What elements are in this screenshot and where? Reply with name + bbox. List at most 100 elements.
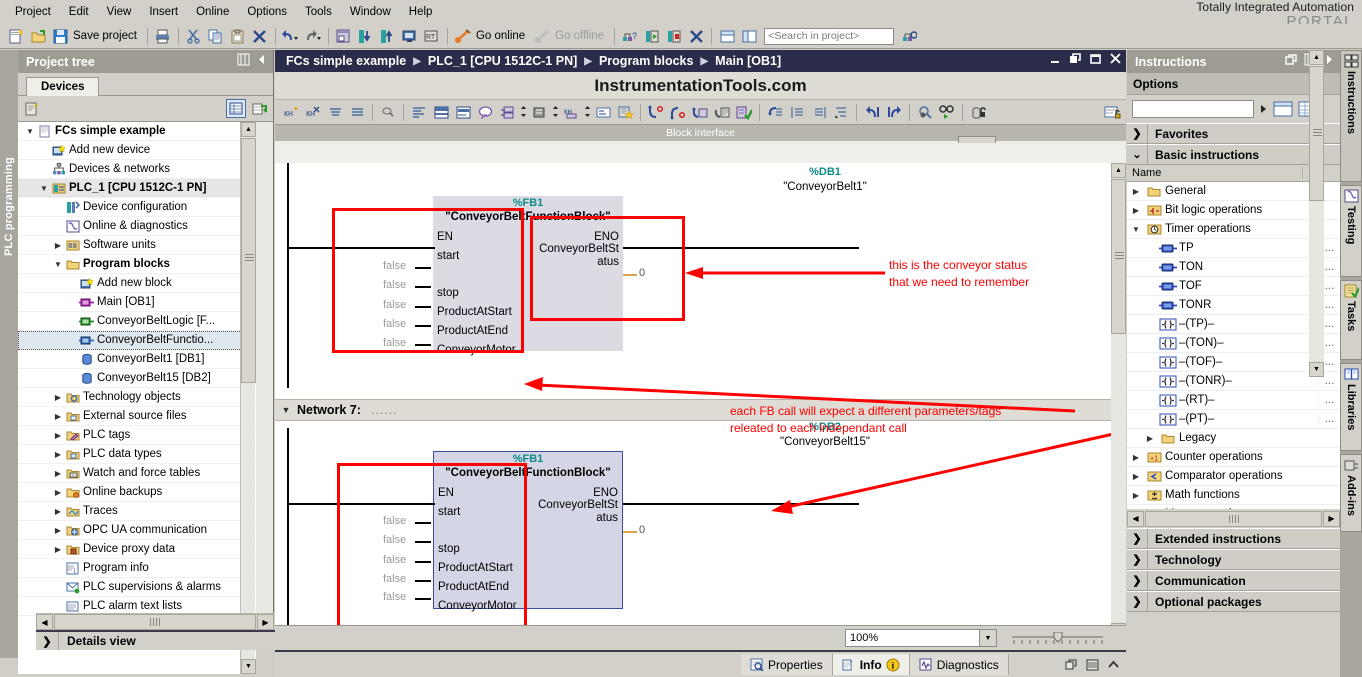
twisty-right-icon[interactable]: ▶: [52, 469, 64, 478]
save-icon[interactable]: [50, 26, 70, 46]
compile-icon[interactable]: [334, 26, 354, 46]
tree-hscroll-thumb[interactable]: [54, 614, 256, 630]
save-project-label[interactable]: Save project: [71, 30, 143, 42]
list-icon[interactable]: [787, 102, 807, 122]
instruction-item-rt[interactable]: –(RT)–...: [1127, 391, 1340, 410]
expand-info-icon[interactable]: [1086, 659, 1099, 671]
details-view-label[interactable]: Details view: [58, 632, 292, 650]
right-tab-add-ins[interactable]: Add-ins: [1340, 454, 1362, 532]
section-technology[interactable]: ❯ Technology: [1127, 549, 1340, 570]
download-to-device-icon[interactable]: [356, 26, 376, 46]
close-view-icon[interactable]: [686, 26, 706, 46]
minimize-icon[interactable]: [1049, 52, 1062, 65]
update-inconsistent-calls-icon[interactable]: [690, 102, 710, 122]
maximize-icon[interactable]: [1089, 52, 1102, 65]
zoom-slider[interactable]: [1010, 632, 1105, 646]
network-7-twisty-icon[interactable]: ▼: [275, 405, 297, 415]
split-vertical-icon[interactable]: [739, 26, 759, 46]
instructions-hscrollbar[interactable]: ◀ ▶: [1127, 509, 1340, 528]
print-icon[interactable]: [153, 26, 173, 46]
right-tab-tasks[interactable]: Tasks: [1340, 280, 1362, 360]
tree-item-online-backups[interactable]: ▶ Online backups: [18, 483, 256, 502]
twisty-right-icon[interactable]: ▶: [52, 412, 64, 421]
tree-item-online-diagnostics[interactable]: Online & diagnostics: [18, 217, 256, 236]
paste-icon[interactable]: [228, 26, 248, 46]
tree-hscroll-left-icon[interactable]: ◀: [36, 614, 53, 630]
open-branch-icon[interactable]: [497, 102, 517, 122]
project-tree-hscrollbar[interactable]: ◀ ▶: [36, 613, 274, 630]
know-how-protection-icon[interactable]: [968, 102, 988, 122]
restore-info-icon[interactable]: [1065, 659, 1078, 671]
tree-item-device-proxy-data[interactable]: ▶ Device proxy data: [18, 540, 256, 559]
restore-icon[interactable]: [1069, 52, 1082, 65]
tab-info[interactable]: ↑ Info i: [832, 654, 910, 675]
tree-item-program-info[interactable]: i Program info: [18, 559, 256, 578]
instructions-scroll-down-icon[interactable]: ▼: [1309, 362, 1324, 377]
right-tab-testing[interactable]: Testing: [1340, 185, 1362, 277]
block-protection-icon[interactable]: [1102, 102, 1122, 122]
project-tree-list[interactable]: ▼ FCs simple example Add new device Devices…: [18, 122, 256, 674]
menu-item-options[interactable]: Options: [238, 3, 296, 21]
instruction-item-comparator-operations[interactable]: ▶ Comparator operations: [1127, 467, 1340, 486]
delete-icon[interactable]: [250, 26, 270, 46]
right-tab-libraries[interactable]: Libraries: [1340, 363, 1362, 451]
details-view-chevron-icon[interactable]: ❯: [36, 635, 58, 648]
editor-vscrollbar[interactable]: ▲ ▼: [1111, 163, 1126, 638]
twisty-right-icon[interactable]: ▶: [52, 393, 64, 402]
monitor-glasses-icon[interactable]: [937, 102, 957, 122]
twisty-right-icon[interactable]: ▶: [52, 450, 64, 459]
instructions-hscroll-thumb[interactable]: [1145, 510, 1322, 527]
insert-branch-icon[interactable]: [431, 102, 451, 122]
twisty-down-icon[interactable]: ▼: [52, 260, 64, 269]
start-cpu-icon[interactable]: [642, 26, 662, 46]
tree-item-plc-1-cpu-1512c-1-pn[interactable]: ▼ PLC_1 [CPU 1512C-1 PN]: [18, 179, 256, 198]
zoom-dropdown-icon[interactable]: ▼: [979, 630, 996, 646]
update-block-call-icon[interactable]: [712, 102, 732, 122]
go-offline-label[interactable]: Go offline: [553, 30, 610, 42]
menu-item-insert[interactable]: Insert: [140, 3, 187, 21]
twisty-down-icon[interactable]: ▼: [38, 184, 50, 193]
tree-item-plc-tags[interactable]: ▶ PLC tags: [18, 426, 256, 445]
tree-item-devices-networks[interactable]: Devices & networks: [18, 160, 256, 179]
cross-reference-icon[interactable]: [899, 26, 919, 46]
instructions-hscroll-right-icon[interactable]: ▶: [1323, 510, 1340, 527]
pin-panel-icon[interactable]: [237, 53, 250, 66]
zoom-combo[interactable]: 100% ▼: [845, 629, 997, 647]
tree-item-plc-supervisions-alarms[interactable]: PLC supervisions & alarms: [18, 578, 256, 597]
tree-item-add-new-device[interactable]: Add new device: [18, 141, 256, 160]
search-in-project-input[interactable]: <Search in project>: [764, 27, 895, 45]
export-tree-icon[interactable]: [249, 99, 269, 118]
twisty-right-icon[interactable]: ▶: [52, 488, 64, 497]
tree-item-main-ob1[interactable]: Main [OB1]: [18, 293, 256, 312]
editor-scroll-up-icon[interactable]: ▲: [1111, 163, 1126, 178]
instructions-search-expand-icon[interactable]: [1259, 103, 1268, 115]
twisty-right-icon[interactable]: ▶: [52, 507, 64, 516]
instruction-item-move-operations[interactable]: ▶Move operations: [1127, 505, 1340, 509]
twisty-right-icon[interactable]: ▶: [52, 431, 64, 440]
instruction-dots[interactable]: ...: [1318, 394, 1340, 406]
favorites-chevron-icon[interactable]: ❯: [1127, 127, 1147, 140]
instructions-scroll-up-icon[interactable]: ▲: [1309, 50, 1324, 65]
tree-item-software-units[interactable]: ▶ Software units: [18, 236, 256, 255]
align-right-icon[interactable]: [809, 102, 829, 122]
accessible-devices-icon[interactable]: ?: [620, 26, 640, 46]
block-interface-splitter[interactable]: [958, 136, 996, 143]
tree-item-program-blocks[interactable]: ▼ Program blocks: [18, 255, 256, 274]
tree-item-conveyorbelt15-db2[interactable]: ConveyorBelt15 [DB2]: [18, 369, 256, 388]
comment-icon[interactable]: [475, 102, 495, 122]
show-hide-comments-icon[interactable]: [593, 102, 613, 122]
twisty-right-icon[interactable]: ▶: [1143, 434, 1157, 443]
insert-network-icon[interactable]: кн ✦: [281, 102, 301, 122]
tree-item-traces[interactable]: ▶ Traces: [18, 502, 256, 521]
instructions-panel-view-icon[interactable]: [1273, 101, 1293, 117]
menu-item-help[interactable]: Help: [400, 3, 442, 21]
new-project-icon[interactable]: ✦: [6, 26, 26, 46]
open-branch-dropdown-icon[interactable]: [519, 102, 527, 122]
instruction-item-legacy[interactable]: ▶ Legacy: [1127, 429, 1340, 448]
menu-item-tools[interactable]: Tools: [296, 3, 341, 21]
instruction-item-pt[interactable]: –(PT)–...: [1127, 410, 1340, 429]
editor-scroll-thumb[interactable]: [1111, 179, 1126, 334]
menu-item-edit[interactable]: Edit: [60, 3, 98, 21]
twisty-down-icon[interactable]: ▼: [1129, 225, 1143, 234]
twisty-right-icon[interactable]: ▶: [1129, 453, 1143, 462]
